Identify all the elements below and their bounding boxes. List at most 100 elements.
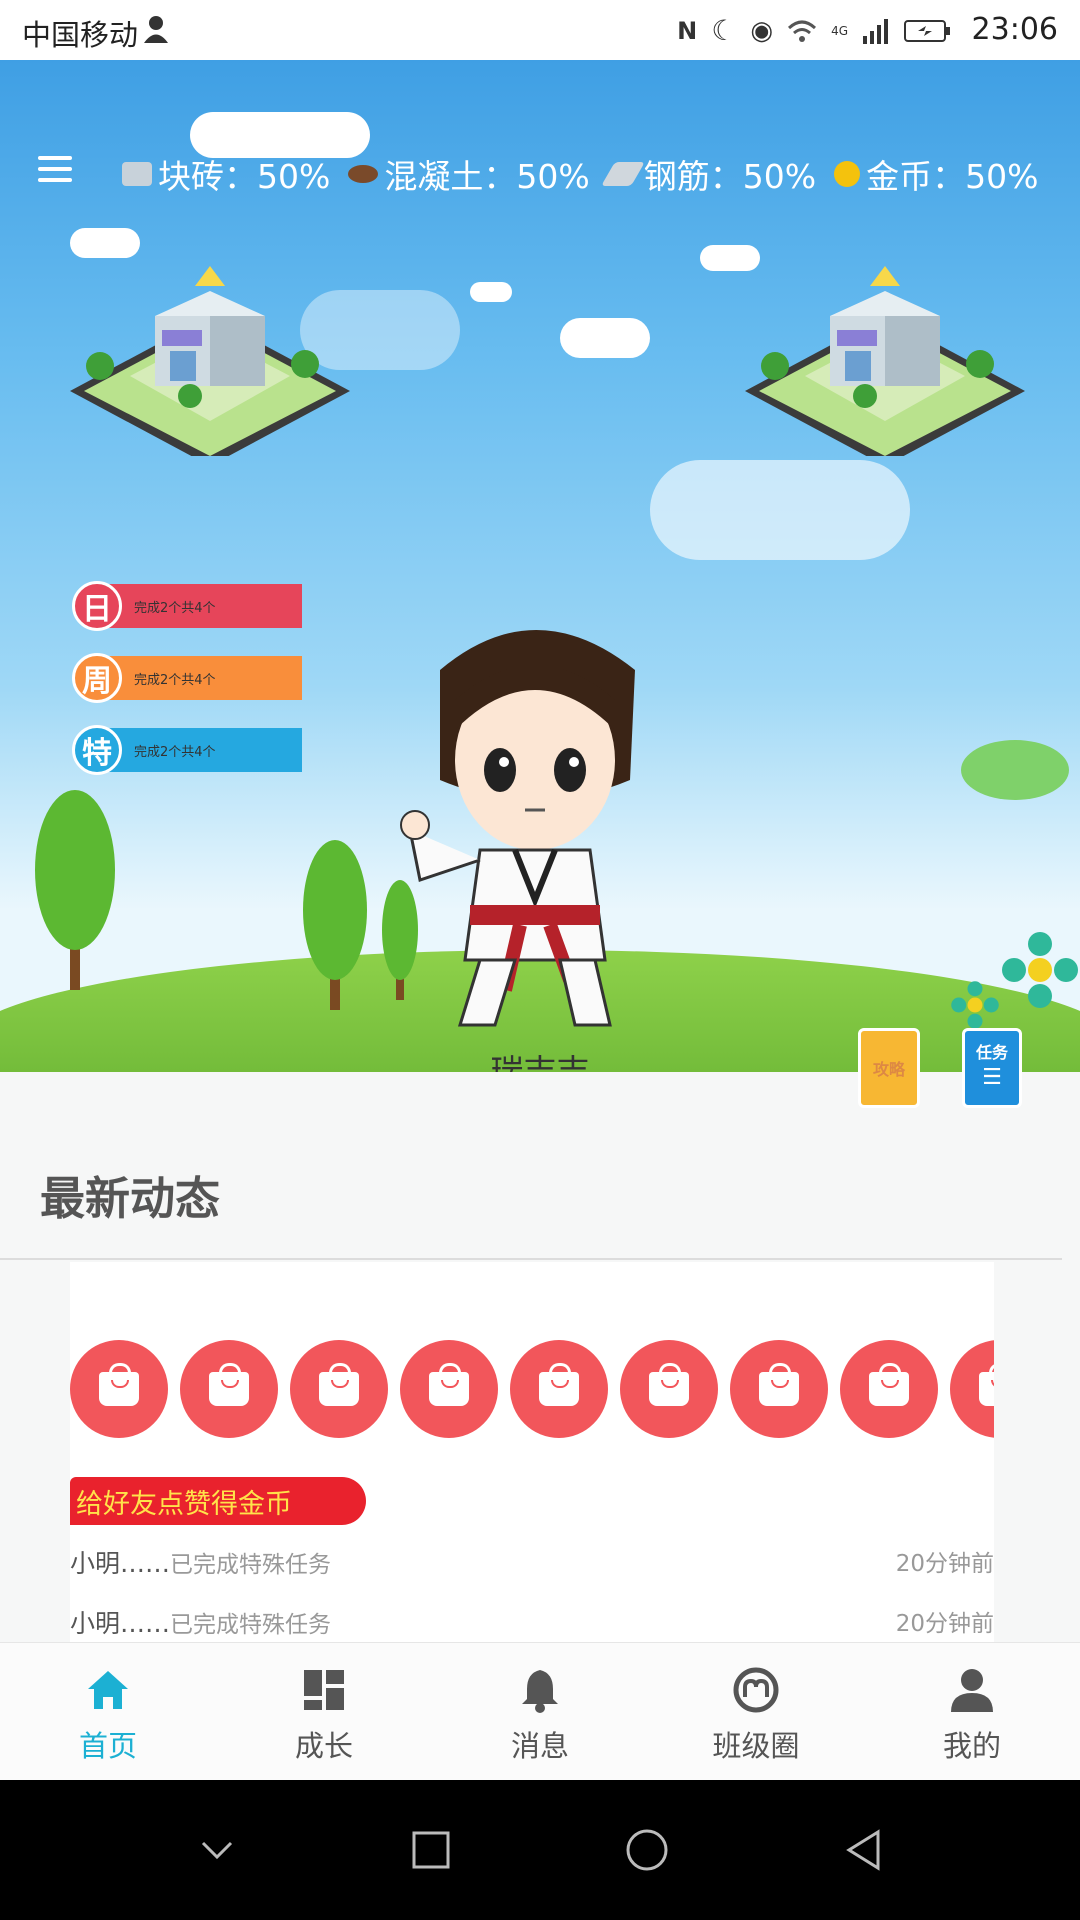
shop-bag-button[interactable]	[510, 1340, 608, 1438]
shopping-bag-icon	[539, 1363, 579, 1406]
status-icons: N ☾ ◉ 4G	[677, 14, 952, 47]
task-list-button[interactable]: 任务 ☰	[962, 1028, 1022, 1108]
news-card: 给好友点赞得金币 小明……已完成特殊任务 20分钟前 小明……已完成特殊任务 2…	[70, 1262, 994, 1642]
guide-button[interactable]: 攻略	[858, 1028, 920, 1108]
building-left[interactable]	[70, 256, 350, 456]
character-avatar[interactable]	[400, 610, 670, 1040]
resource-coin: 金币：50%	[834, 150, 1038, 198]
shop-bag-button[interactable]	[400, 1340, 498, 1438]
recents-icon[interactable]	[411, 1830, 451, 1870]
feed-user: 小明……	[70, 1609, 171, 1638]
dashboard-icon	[304, 1670, 344, 1710]
bush	[961, 740, 1069, 800]
concrete-icon	[348, 165, 379, 183]
tab-label: 成长	[294, 1729, 353, 1763]
wifi-icon	[788, 20, 817, 42]
chevron-down-icon[interactable]	[197, 1835, 237, 1865]
divider	[0, 1258, 1062, 1260]
task-progress-text: 完成2个共4个	[102, 584, 302, 628]
resource-concrete: 混凝土：50%	[348, 150, 590, 198]
coin-icon	[834, 161, 861, 187]
shop-bag-button[interactable]	[620, 1340, 718, 1438]
status-bar: 中国移动 N ☾ ◉ 4G 23:06	[0, 0, 1080, 60]
tab-bar: 首页 成长 消息 班级圈 我的	[0, 1642, 1080, 1781]
task-weekly[interactable]: 周 完成2个共4个	[72, 653, 302, 703]
network-type: 4G	[831, 23, 848, 38]
tree	[35, 790, 115, 990]
eye-icon: ◉	[750, 15, 774, 46]
signal-icon	[863, 18, 888, 44]
feed-user: 小明……	[70, 1549, 171, 1578]
tab-growth[interactable]: 成长	[216, 1643, 432, 1781]
moon-icon: ☾	[711, 14, 737, 47]
user-status-icon	[144, 16, 168, 43]
resource-bar: 块砖：50% 混凝土：50% 钢筋：50% 金币：50%	[122, 150, 1038, 198]
circle-icon	[733, 1667, 779, 1713]
menu-icon[interactable]	[38, 156, 72, 182]
battery-icon	[904, 19, 950, 42]
resource-label: 混凝土：50%	[384, 157, 590, 196]
shop-bag-button[interactable]	[70, 1340, 168, 1438]
promo-banner[interactable]: 给好友点赞得金币	[70, 1477, 366, 1525]
cloud	[70, 228, 140, 258]
resource-rebar: 钢筋：50%	[600, 150, 817, 198]
feed-action: 已完成特殊任务	[170, 1612, 332, 1638]
shopping-bag-icon	[649, 1363, 689, 1406]
shopping-bag-icon	[209, 1363, 249, 1406]
bell-icon	[522, 1670, 558, 1713]
news-title: 最新动态	[40, 1172, 221, 1225]
tab-label: 班级圈	[712, 1729, 800, 1763]
flower	[1002, 932, 1078, 1008]
back-icon[interactable]	[843, 1828, 883, 1872]
shop-bag-button[interactable]	[180, 1340, 278, 1438]
game-scene: 块砖：50% 混凝土：50% 钢筋：50% 金币：50% 日 完成2个共4个 周…	[0, 60, 1080, 1072]
task-badge: 特	[72, 725, 122, 775]
nfc-icon: N	[677, 16, 698, 45]
resource-label: 钢筋：50%	[643, 157, 817, 196]
task-daily[interactable]: 日 完成2个共4个	[72, 581, 302, 631]
user-icon	[951, 1669, 993, 1712]
shopping-bag-icon	[319, 1363, 359, 1406]
shop-bag-button[interactable]	[290, 1340, 388, 1438]
task-special[interactable]: 特 完成2个共4个	[72, 725, 302, 775]
shop-bag-button[interactable]	[950, 1340, 994, 1438]
resource-label: 块砖：50%	[158, 157, 331, 196]
home-circle-icon[interactable]	[625, 1828, 669, 1872]
tab-profile[interactable]: 我的	[864, 1643, 1080, 1781]
feed-item[interactable]: 小明……已完成特殊任务 20分钟前	[70, 1604, 994, 1640]
rebar-icon	[600, 162, 645, 186]
tree	[303, 840, 367, 1010]
feed-action: 已完成特殊任务	[170, 1552, 332, 1578]
tab-label: 首页	[78, 1729, 137, 1763]
tab-label: 消息	[510, 1729, 569, 1763]
carrier-name: 中国移动	[22, 18, 139, 52]
shopping-bag-icon	[979, 1363, 994, 1406]
cloud	[560, 318, 650, 358]
task-progress-text: 完成2个共4个	[102, 656, 302, 700]
cloud	[470, 282, 512, 302]
feed-time: 20分钟前	[895, 1611, 994, 1637]
tab-messages[interactable]: 消息	[432, 1643, 648, 1781]
task-badge: 周	[72, 653, 122, 703]
shopping-bag-icon	[99, 1363, 139, 1406]
shop-bag-row	[70, 1340, 994, 1438]
building-right[interactable]	[745, 256, 1025, 456]
tab-class-circle[interactable]: 班级圈	[648, 1643, 864, 1781]
list-icon: ☰	[982, 1065, 1002, 1090]
cloud	[650, 460, 910, 560]
brick-icon	[122, 162, 152, 186]
flower	[951, 981, 999, 1029]
clock: 23:06	[971, 12, 1058, 47]
feed-time: 20分钟前	[895, 1551, 994, 1577]
home-icon	[88, 1671, 128, 1709]
shop-bag-button[interactable]	[840, 1340, 938, 1438]
shopping-bag-icon	[429, 1363, 469, 1406]
system-nav-bar	[0, 1780, 1080, 1920]
shop-bag-button[interactable]	[730, 1340, 828, 1438]
resource-brick: 块砖：50%	[122, 150, 330, 198]
tab-home[interactable]: 首页	[0, 1643, 216, 1781]
feed-item[interactable]: 小明……已完成特殊任务 20分钟前	[70, 1544, 994, 1580]
task-progress-text: 完成2个共4个	[102, 728, 302, 772]
task-badge: 日	[72, 581, 122, 631]
task-list-label: 任务	[975, 1043, 1008, 1062]
